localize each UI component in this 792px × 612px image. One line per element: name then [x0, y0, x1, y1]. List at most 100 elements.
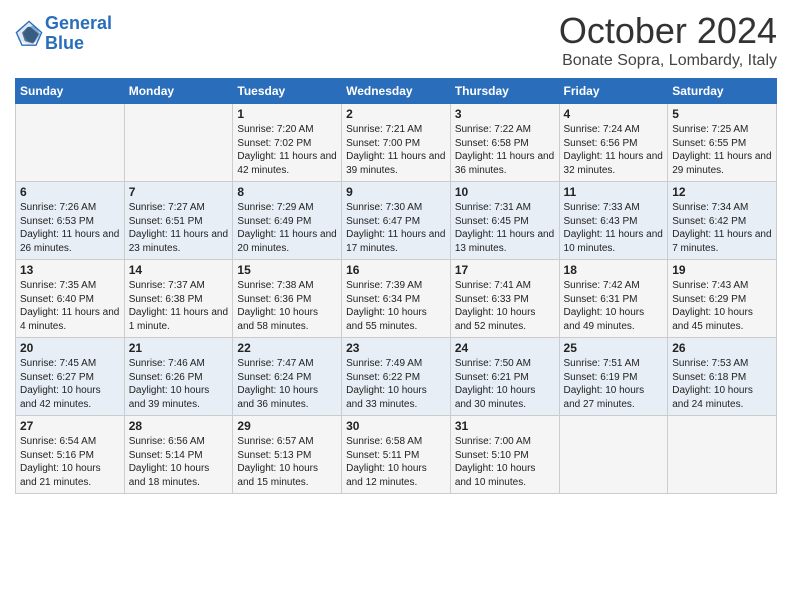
- day-cell: [668, 416, 777, 494]
- day-cell: 3Sunrise: 7:22 AM Sunset: 6:58 PM Daylig…: [450, 104, 559, 182]
- day-cell: 5Sunrise: 7:25 AM Sunset: 6:55 PM Daylig…: [668, 104, 777, 182]
- day-cell: 31 Sunrise: 7:00 AM Sunset: 5:10 PM Dayli…: [450, 416, 559, 494]
- day-info: Sunrise: 6:56 AM Sunset: 5:14 PM Dayligh…: [129, 435, 229, 489]
- day-cell: 23Sunrise: 7:49 AM Sunset: 6:22 PM Dayli…: [342, 338, 451, 416]
- day-info: Sunrise: 6:58 AM Sunset: 5:11 PM Dayligh…: [346, 435, 446, 489]
- day-number: 29: [237, 419, 337, 433]
- day-cell: 21 Sunrise: 7:46 AM Sunset: 6:26 PM Dayli…: [124, 338, 233, 416]
- day-number: 21: [129, 341, 229, 355]
- day-info: Sunrise: 7:53 AM Sunset: 6:18 PM Dayligh…: [672, 357, 772, 411]
- header-cell-monday: Monday: [124, 79, 233, 104]
- day-cell: 6 Sunrise: 7:26 AM Sunset: 6:53 PM Daylig…: [16, 182, 125, 260]
- day-cell: 20 Sunrise: 7:45 AM Sunset: 6:27 PM Dayli…: [16, 338, 125, 416]
- day-info: Sunrise: 7:51 AM Sunset: 6:19 PM Dayligh…: [564, 357, 664, 411]
- day-number: 12: [672, 185, 772, 199]
- day-number: 1: [237, 107, 337, 121]
- day-number: 26: [672, 341, 772, 355]
- day-info: Sunrise: 7:49 AM Sunset: 6:22 PM Dayligh…: [346, 357, 446, 411]
- day-cell: 16 Sunrise: 7:39 AM Sunset: 6:34 PM Dayli…: [342, 260, 451, 338]
- header-cell-sunday: Sunday: [16, 79, 125, 104]
- day-cell: 19 Sunrise: 7:43 AM Sunset: 6:29 PM Dayli…: [668, 260, 777, 338]
- logo-icon: [15, 20, 43, 48]
- day-cell: [16, 104, 125, 182]
- day-number: 10: [455, 185, 555, 199]
- logo: General Blue: [15, 14, 112, 54]
- day-cell: 13 Sunrise: 7:35 AM Sunset: 6:40 PM Dayli…: [16, 260, 125, 338]
- day-cell: 7Sunrise: 7:27 AM Sunset: 6:51 PM Daylig…: [124, 182, 233, 260]
- day-number: 31: [455, 419, 555, 433]
- day-info: Sunrise: 7:34 AM Sunset: 6:42 PM Dayligh…: [672, 201, 772, 255]
- day-number: 22: [237, 341, 337, 355]
- title-block: October 2024 Bonate Sopra, Lombardy, Ita…: [559, 10, 777, 70]
- day-cell: [124, 104, 233, 182]
- day-number: 6: [20, 185, 120, 199]
- day-number: 19: [672, 263, 772, 277]
- day-cell: 8 Sunrise: 7:29 AM Sunset: 6:49 PM Daylig…: [233, 182, 342, 260]
- day-info: Sunrise: 7:45 AM Sunset: 6:27 PM Dayligh…: [20, 357, 120, 411]
- day-cell: 1 Sunrise: 7:20 AM Sunset: 7:02 PM Daylig…: [233, 104, 342, 182]
- day-info: Sunrise: 7:35 AM Sunset: 6:40 PM Dayligh…: [20, 279, 120, 333]
- day-info: Sunrise: 7:29 AM Sunset: 6:49 PM Dayligh…: [237, 201, 337, 255]
- day-cell: 4 Sunrise: 7:24 AM Sunset: 6:56 PM Daylig…: [559, 104, 668, 182]
- week-row-1: 1 Sunrise: 7:20 AM Sunset: 7:02 PM Daylig…: [16, 104, 777, 182]
- day-cell: 11Sunrise: 7:33 AM Sunset: 6:43 PM Dayli…: [559, 182, 668, 260]
- day-cell: 22 Sunrise: 7:47 AM Sunset: 6:24 PM Dayli…: [233, 338, 342, 416]
- logo-text: General Blue: [45, 14, 112, 54]
- day-number: 2: [346, 107, 446, 121]
- header-cell-tuesday: Tuesday: [233, 79, 342, 104]
- month-title: October 2024: [559, 10, 777, 52]
- day-number: 14: [129, 263, 229, 277]
- day-info: Sunrise: 7:26 AM Sunset: 6:53 PM Dayligh…: [20, 201, 120, 255]
- day-number: 24: [455, 341, 555, 355]
- day-info: Sunrise: 7:00 AM Sunset: 5:10 PM Dayligh…: [455, 435, 555, 489]
- week-row-3: 13 Sunrise: 7:35 AM Sunset: 6:40 PM Dayli…: [16, 260, 777, 338]
- day-cell: 26 Sunrise: 7:53 AM Sunset: 6:18 PM Dayli…: [668, 338, 777, 416]
- day-info: Sunrise: 7:27 AM Sunset: 6:51 PM Dayligh…: [129, 201, 229, 255]
- day-number: 8: [237, 185, 337, 199]
- day-info: Sunrise: 7:43 AM Sunset: 6:29 PM Dayligh…: [672, 279, 772, 333]
- day-info: Sunrise: 7:30 AM Sunset: 6:47 PM Dayligh…: [346, 201, 446, 255]
- day-cell: 30Sunrise: 6:58 AM Sunset: 5:11 PM Dayli…: [342, 416, 451, 494]
- day-cell: 9 Sunrise: 7:30 AM Sunset: 6:47 PM Daylig…: [342, 182, 451, 260]
- day-number: 3: [455, 107, 555, 121]
- day-info: Sunrise: 7:37 AM Sunset: 6:38 PM Dayligh…: [129, 279, 229, 333]
- header-cell-thursday: Thursday: [450, 79, 559, 104]
- day-info: Sunrise: 7:50 AM Sunset: 6:21 PM Dayligh…: [455, 357, 555, 411]
- day-cell: 12 Sunrise: 7:34 AM Sunset: 6:42 PM Dayli…: [668, 182, 777, 260]
- day-cell: 24 Sunrise: 7:50 AM Sunset: 6:21 PM Dayli…: [450, 338, 559, 416]
- header-cell-wednesday: Wednesday: [342, 79, 451, 104]
- day-cell: 25 Sunrise: 7:51 AM Sunset: 6:19 PM Dayli…: [559, 338, 668, 416]
- week-row-5: 27 Sunrise: 6:54 AM Sunset: 5:16 PM Dayli…: [16, 416, 777, 494]
- day-info: Sunrise: 7:47 AM Sunset: 6:24 PM Dayligh…: [237, 357, 337, 411]
- day-cell: 10Sunrise: 7:31 AM Sunset: 6:45 PM Dayli…: [450, 182, 559, 260]
- day-number: 27: [20, 419, 120, 433]
- day-info: Sunrise: 7:39 AM Sunset: 6:34 PM Dayligh…: [346, 279, 446, 333]
- day-number: 16: [346, 263, 446, 277]
- calendar-table: SundayMondayTuesdayWednesdayThursdayFrid…: [15, 78, 777, 494]
- day-number: 5: [672, 107, 772, 121]
- day-number: 17: [455, 263, 555, 277]
- day-number: 18: [564, 263, 664, 277]
- week-row-2: 6 Sunrise: 7:26 AM Sunset: 6:53 PM Daylig…: [16, 182, 777, 260]
- day-info: Sunrise: 6:54 AM Sunset: 5:16 PM Dayligh…: [20, 435, 120, 489]
- page-header: General Blue October 2024 Bonate Sopra, …: [15, 10, 777, 70]
- day-cell: 2 Sunrise: 7:21 AM Sunset: 7:00 PM Daylig…: [342, 104, 451, 182]
- day-number: 15: [237, 263, 337, 277]
- day-number: 28: [129, 419, 229, 433]
- day-info: Sunrise: 6:57 AM Sunset: 5:13 PM Dayligh…: [237, 435, 337, 489]
- day-info: Sunrise: 7:38 AM Sunset: 6:36 PM Dayligh…: [237, 279, 337, 333]
- day-number: 9: [346, 185, 446, 199]
- day-info: Sunrise: 7:46 AM Sunset: 6:26 PM Dayligh…: [129, 357, 229, 411]
- day-info: Sunrise: 7:20 AM Sunset: 7:02 PM Dayligh…: [237, 123, 337, 177]
- day-number: 20: [20, 341, 120, 355]
- day-info: Sunrise: 7:24 AM Sunset: 6:56 PM Dayligh…: [564, 123, 664, 177]
- header-cell-friday: Friday: [559, 79, 668, 104]
- header-cell-saturday: Saturday: [668, 79, 777, 104]
- day-info: Sunrise: 7:21 AM Sunset: 7:00 PM Dayligh…: [346, 123, 446, 177]
- day-info: Sunrise: 7:33 AM Sunset: 6:43 PM Dayligh…: [564, 201, 664, 255]
- day-number: 4: [564, 107, 664, 121]
- day-number: 13: [20, 263, 120, 277]
- day-cell: 18Sunrise: 7:42 AM Sunset: 6:31 PM Dayli…: [559, 260, 668, 338]
- day-cell: [559, 416, 668, 494]
- day-number: 25: [564, 341, 664, 355]
